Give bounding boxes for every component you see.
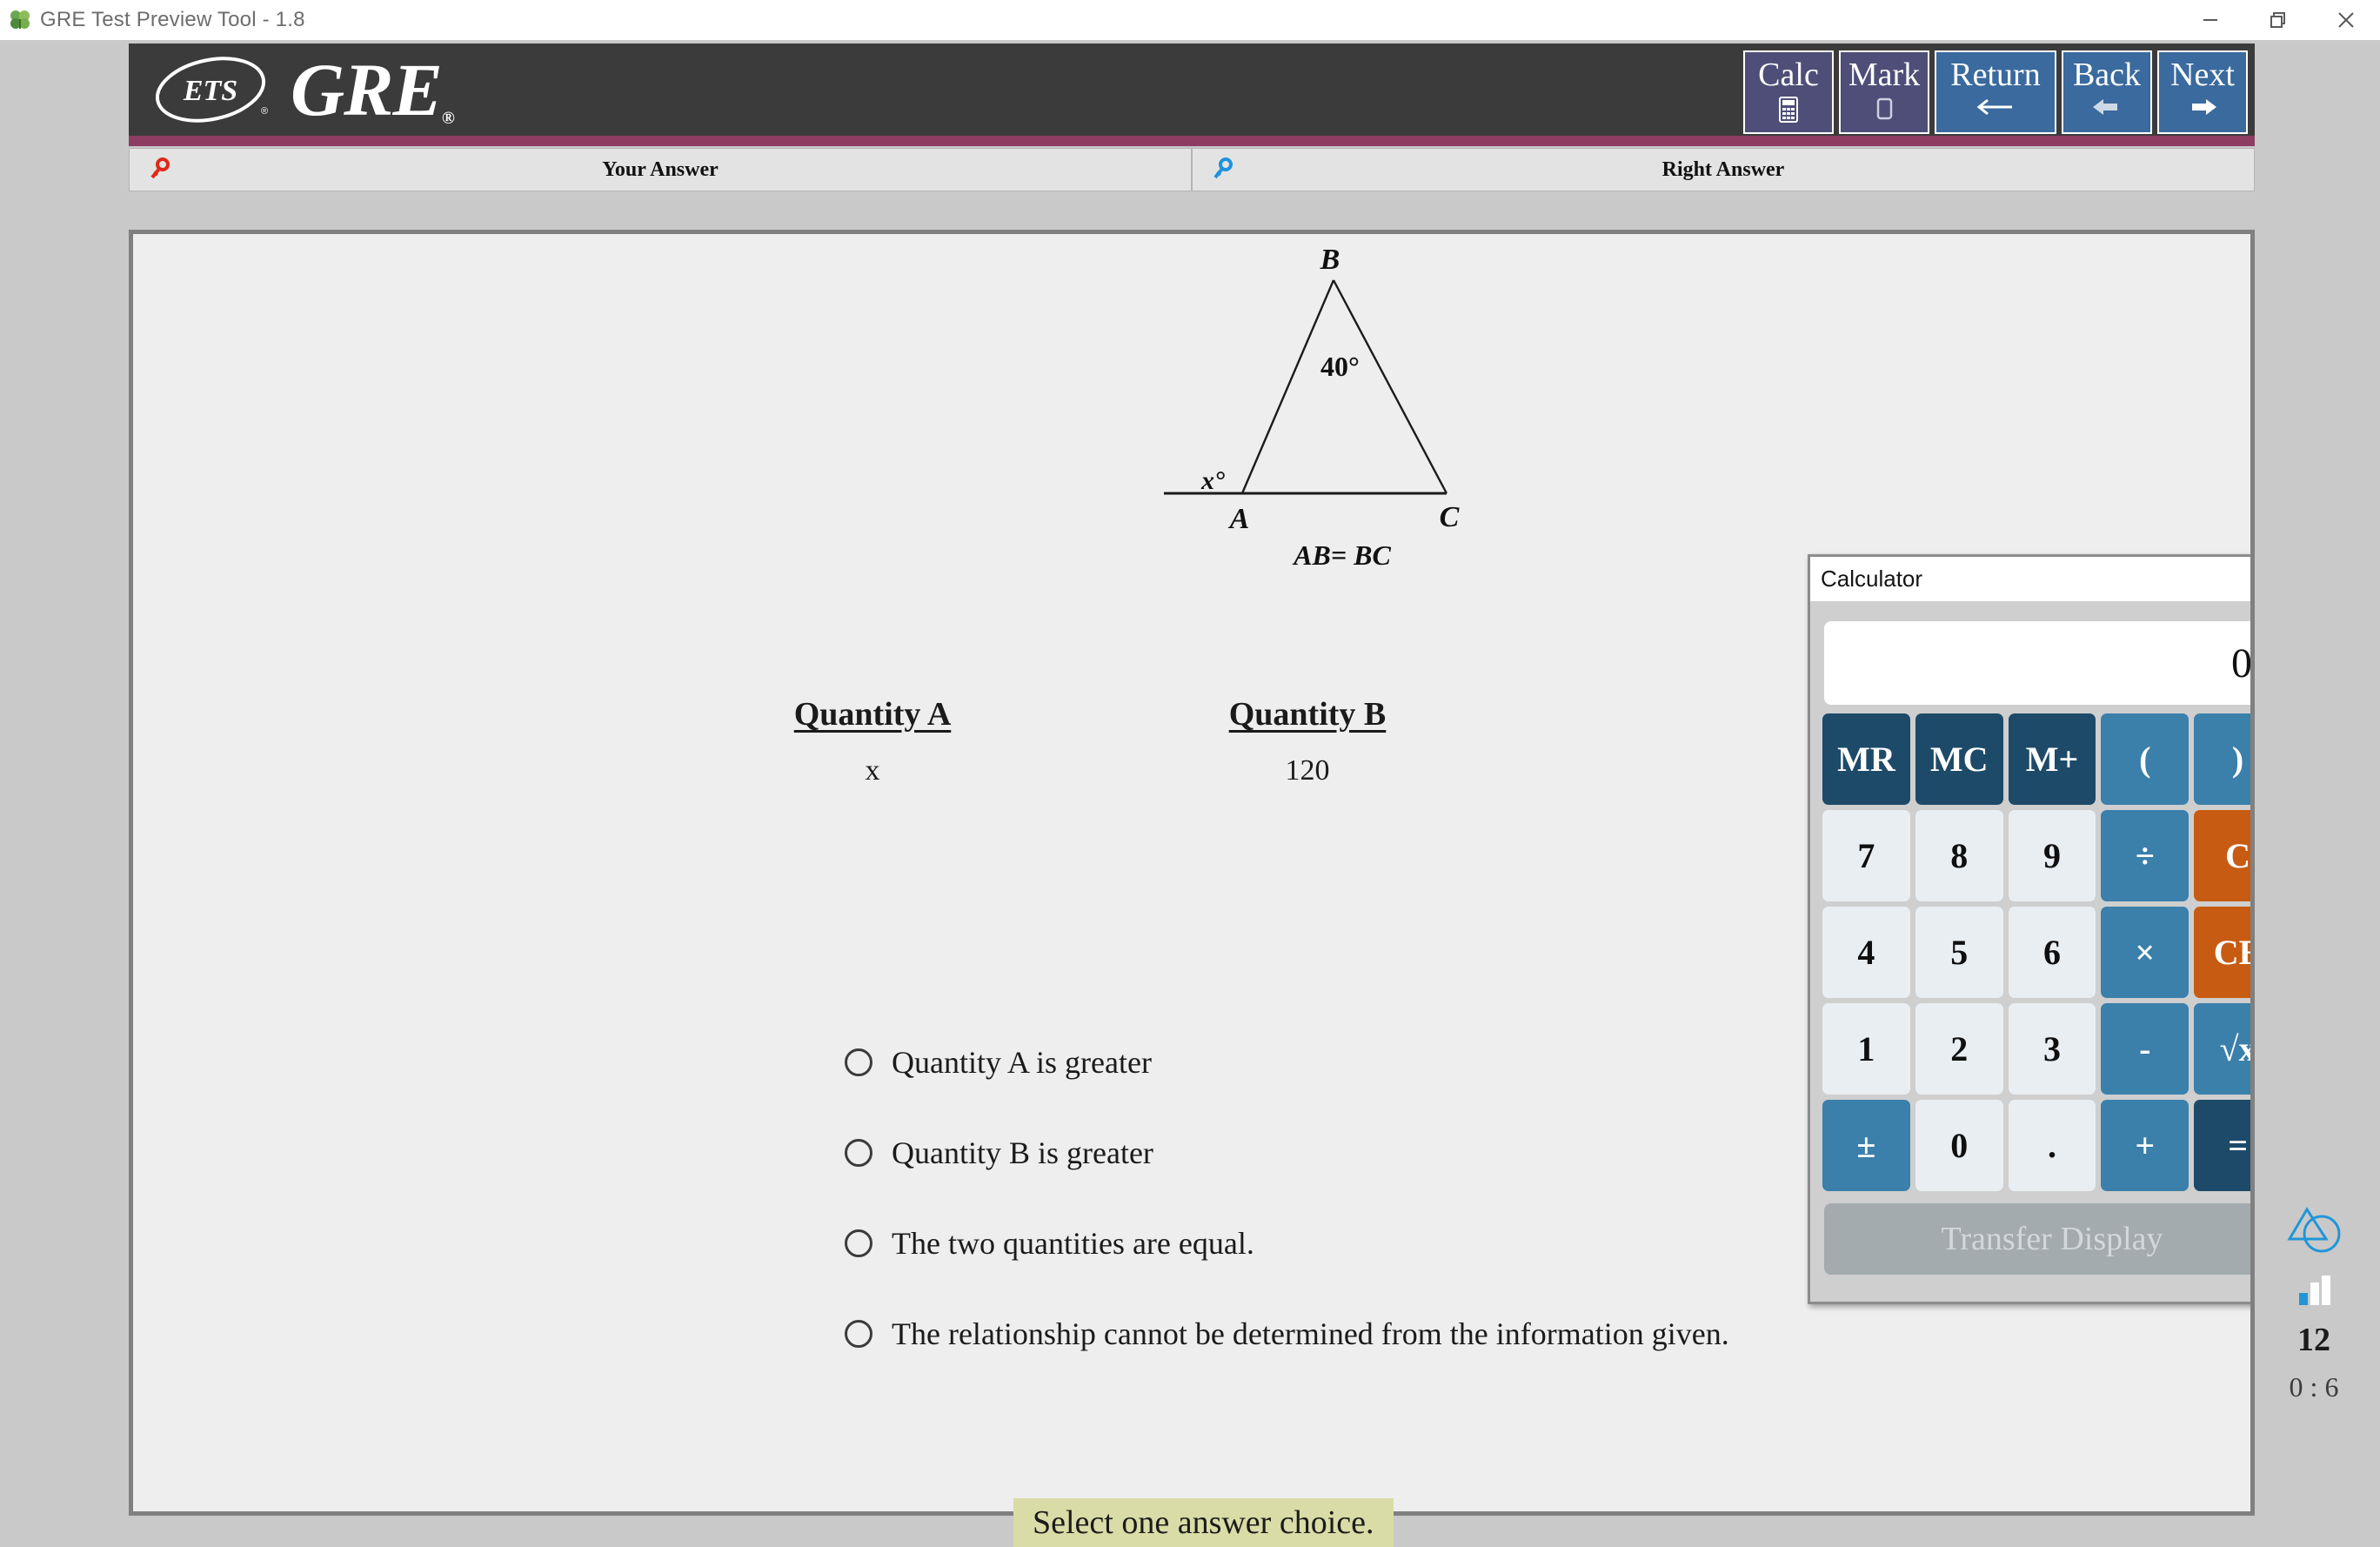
quantity-a-header: Quantity A [793, 696, 952, 733]
calculator-icon [1775, 96, 1802, 130]
calc-key-digit-7[interactable]: 7 [1822, 810, 1910, 901]
timer-display: 0 : 6 [2289, 1371, 2339, 1403]
application-frame: ETS ® GRE® Calc Mark Return Back Next Yo… [0, 40, 2380, 1547]
back-button[interactable]: Back [2062, 50, 2152, 134]
accent-stripe [129, 136, 2255, 146]
calc-key-decimal-point[interactable]: . [2008, 1100, 2096, 1191]
quantity-comparison: Quantity A x Quantity B 120 [655, 695, 1525, 787]
vertex-c-label: C [1440, 501, 1460, 533]
calc-key-clear[interactable]: C [2194, 810, 2250, 901]
radio-button-icon[interactable] [845, 1048, 872, 1076]
right-answer-label: Right Answer [1661, 157, 1785, 181]
window-title: GRE Test Preview Tool - 1.8 [40, 8, 305, 31]
your-answer-panel[interactable]: Your Answer [129, 148, 1192, 191]
clover-icon [9, 9, 31, 31]
next-button[interactable]: Next [2157, 50, 2248, 134]
gre-registered-mark: ® [441, 109, 455, 128]
calc-key-paren-open[interactable]: ( [2101, 713, 2189, 805]
answer-strip: Your Answer Right Answer [129, 148, 2255, 191]
calculator-window[interactable]: Calculator 0. MR MC M+ ( ) 7 8 9 ÷ [1808, 554, 2250, 1304]
gre-wordmark: GRE® [291, 48, 455, 131]
quantity-b-header: Quantity B [1228, 696, 1387, 733]
triangle-figure: B A C 40° x° AB= BC [1160, 241, 1525, 589]
calc-key-digit-4[interactable]: 4 [1822, 907, 1910, 998]
calc-key-memory-clear[interactable]: MC [1915, 713, 2003, 805]
calculator-display: 0. [1824, 621, 2250, 705]
calc-key-memory-add[interactable]: M+ [2008, 713, 2096, 805]
instruction-banner: Select one answer choice. [1013, 1498, 1394, 1547]
radio-button-icon[interactable] [845, 1229, 872, 1257]
back-button-label: Back [2072, 57, 2142, 93]
angle-a-label: x° [1200, 466, 1225, 495]
quantity-b-value: 120 [1285, 754, 1330, 787]
calc-key-memory-recall[interactable]: MR [1822, 713, 1910, 805]
bar-chart-icon [2262, 1270, 2366, 1314]
close-icon[interactable] [2245, 557, 2250, 602]
ets-logo-icon: ETS ® [153, 51, 275, 128]
ets-gre-logo: ETS ® GRE® [153, 48, 455, 131]
calc-key-divide[interactable]: ÷ [2101, 810, 2189, 901]
arrow-right-solid-icon [2185, 96, 2220, 124]
quantity-b-column: Quantity B 120 [1090, 695, 1525, 787]
angle-b-label: 40° [1320, 351, 1360, 382]
calc-key-paren-close[interactable]: ) [2194, 713, 2250, 805]
calc-key-digit-1[interactable]: 1 [1822, 1003, 1910, 1095]
quantity-a-value: x [865, 754, 880, 787]
return-button-label: Return [1950, 57, 2041, 93]
calc-key-digit-3[interactable]: 3 [2008, 1003, 2096, 1095]
right-answer-panel[interactable]: Right Answer [1192, 148, 2255, 191]
window-controls [2176, 0, 2380, 40]
calculator-title-bar[interactable]: Calculator [1810, 557, 2250, 602]
calc-button-label: Calc [1758, 57, 1819, 93]
answer-choice-4-label: The relationship cannot be determined fr… [892, 1316, 1729, 1351]
transfer-display-button[interactable]: Transfer Display [1824, 1203, 2250, 1275]
answer-choice-2-label: Quantity B is greater [892, 1135, 1153, 1170]
close-button[interactable] [2312, 0, 2380, 40]
svg-text:ETS: ETS [183, 75, 237, 107]
radio-button-icon[interactable] [845, 1139, 872, 1167]
vertex-a-label: A [1228, 503, 1250, 535]
calc-key-digit-5[interactable]: 5 [1915, 907, 2003, 998]
calc-key-equals[interactable]: = [2194, 1100, 2250, 1191]
arrow-left-icon [1972, 96, 2019, 124]
window-title-bar: GRE Test Preview Tool - 1.8 [0, 0, 2380, 40]
question-content-area: B A C 40° x° AB= BC Quantity A x Quantit… [129, 230, 2255, 1516]
calc-key-digit-6[interactable]: 6 [2008, 907, 2096, 998]
mark-button-label: Mark [1848, 57, 1921, 93]
answer-choice-1-label: Quantity A is greater [892, 1045, 1152, 1080]
question-number: 12 [2297, 1322, 2330, 1358]
your-answer-label: Your Answer [602, 157, 719, 181]
radio-button-icon[interactable] [845, 1320, 872, 1348]
return-button[interactable]: Return [1935, 50, 2056, 134]
calc-key-digit-2[interactable]: 2 [1915, 1003, 2003, 1095]
arrow-left-solid-icon [2089, 96, 2124, 124]
answer-choice-3-label: The two quantities are equal. [892, 1226, 1254, 1261]
calc-key-add[interactable]: + [2101, 1100, 2189, 1191]
calc-key-digit-9[interactable]: 9 [2008, 810, 2096, 901]
gre-header-bar: ETS ® GRE® Calc Mark Return Back Next [129, 44, 2255, 136]
checkbox-icon [1871, 96, 1897, 130]
calc-key-square-root[interactable]: √x [2194, 1003, 2250, 1095]
calc-key-sign-toggle[interactable]: ± [1822, 1100, 1910, 1191]
figure-caption: AB= BC [1292, 539, 1391, 571]
calculator-keypad: MR MC M+ ( ) 7 8 9 ÷ C 4 5 6 × CE 1 2 3 … [1822, 713, 2250, 1191]
triangle-circle-icon [2262, 1197, 2366, 1265]
right-rail: 12 0 : 6 [2262, 1197, 2366, 1403]
svg-text:®: ® [261, 106, 268, 117]
calc-key-multiply[interactable]: × [2101, 907, 2189, 998]
calc-key-clear-entry[interactable]: CE [2194, 907, 2250, 998]
calc-button[interactable]: Calc [1743, 50, 1834, 134]
minimize-button[interactable] [2176, 0, 2244, 40]
calculator-title: Calculator [1821, 566, 1923, 592]
restore-button[interactable] [2244, 0, 2312, 40]
calc-key-digit-8[interactable]: 8 [1915, 810, 2003, 901]
quantity-a-column: Quantity A x [655, 695, 1090, 787]
calc-key-subtract[interactable]: - [2101, 1003, 2189, 1095]
toolbar: Calc Mark Return Back Next [1743, 50, 2248, 134]
next-button-label: Next [2170, 57, 2235, 93]
vertex-b-label: B [1320, 244, 1340, 276]
mark-button[interactable]: Mark [1839, 50, 1929, 134]
calc-key-digit-0[interactable]: 0 [1915, 1100, 2003, 1191]
